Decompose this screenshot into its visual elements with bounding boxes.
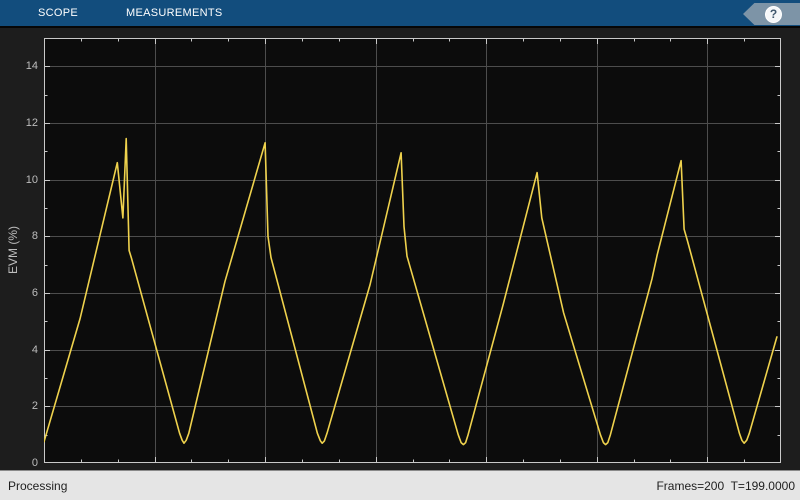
y-tick-label: 2 (31, 400, 38, 413)
toolbar-tabs: SCOPE MEASUREMENTS (0, 0, 800, 26)
toolbar: SCOPE MEASUREMENTS ? (0, 0, 800, 28)
y-tick-label: 4 (31, 343, 38, 356)
y-tick-label: 10 (25, 173, 38, 186)
plot-canvas[interactable] (44, 38, 781, 463)
tab-scope[interactable]: SCOPE (38, 0, 78, 26)
scope-window: SCOPE MEASUREMENTS ? EVM (%) 0 2 4 6 8 10 12 14… (0, 0, 800, 500)
help-button[interactable]: ? (743, 3, 800, 25)
y-tick-label: 6 (31, 287, 38, 299)
y-tick-label: 0 (31, 457, 38, 469)
y-tick-label: 14 (25, 60, 38, 73)
status-frames-time: Frames=200 T=199.0000 (656, 478, 795, 493)
y-axis-label: EVM (%) (6, 226, 20, 274)
y-tick-label: 12 (25, 117, 38, 129)
tab-measurements[interactable]: MEASUREMENTS (126, 0, 223, 26)
y-tick-label: 8 (31, 230, 38, 243)
figure-area: EVM (%) 0 2 4 6 8 10 12 14 (0, 28, 800, 470)
status-message: Processing (8, 478, 68, 493)
status-bar: Processing Frames=200 T=199.0000 (0, 470, 800, 500)
help-icon: ? (765, 5, 782, 23)
